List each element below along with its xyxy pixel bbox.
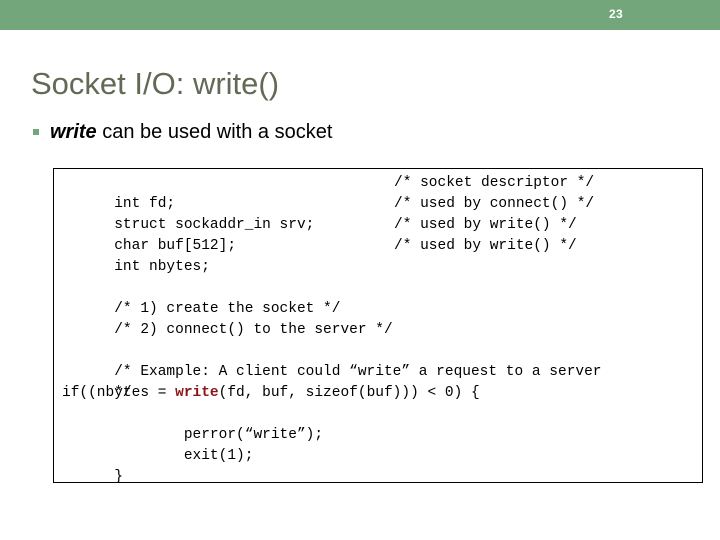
code-line: */: [62, 362, 702, 401]
bullet-rest: can be used with a socket: [96, 121, 333, 143]
code-line: /* 1) create the socket */: [62, 278, 702, 317]
slide-header-band: 23: [0, 0, 720, 30]
code-line-if: if((nbytes = write(fd, buf, sizeof(buf))…: [62, 383, 702, 404]
code-if-after: (fd, buf, sizeof(buf))) < 0) {: [218, 385, 480, 401]
slide-number: 23: [609, 7, 623, 21]
bullet-item: write can be used with a socket: [33, 120, 332, 144]
code-line: int nbytes; /* used by write() */: [62, 236, 702, 275]
code-line-comment: /* used by connect() */: [394, 196, 595, 212]
code-line-text: }: [114, 469, 123, 483]
code-line-comment: /* socket descriptor */: [394, 175, 595, 191]
code-line: exit(1);: [62, 425, 702, 464]
code-line-comment: /* used by write() */: [394, 217, 577, 233]
code-line: /* Example: A client could “write” a req…: [62, 341, 702, 380]
code-line: struct sockaddr_in srv; /* used by conne…: [62, 194, 702, 233]
page-title: Socket I/O: write(): [31, 66, 280, 101]
code-block: int fd; /* socket descriptor */ struct s…: [53, 168, 703, 483]
code-line: }: [62, 446, 702, 482]
bullet-square-icon: [33, 129, 39, 135]
code-line: char buf[512]; /* used by write() */: [62, 215, 702, 254]
bullet-item-label: write can be used with a socket: [50, 120, 332, 144]
code-line: perror(“write”);: [62, 404, 702, 443]
code-line: /* 2) connect() to the server */: [62, 299, 702, 338]
code-block-content: int fd; /* socket descriptor */ struct s…: [62, 173, 702, 482]
bullet-keyword: write: [50, 121, 97, 143]
code-if-keyword: write: [175, 385, 219, 401]
code-line-comment: /* used by write() */: [394, 238, 577, 254]
code-line: int fd; /* socket descriptor */: [62, 173, 702, 212]
code-if-before: if((nbytes =: [62, 385, 176, 401]
